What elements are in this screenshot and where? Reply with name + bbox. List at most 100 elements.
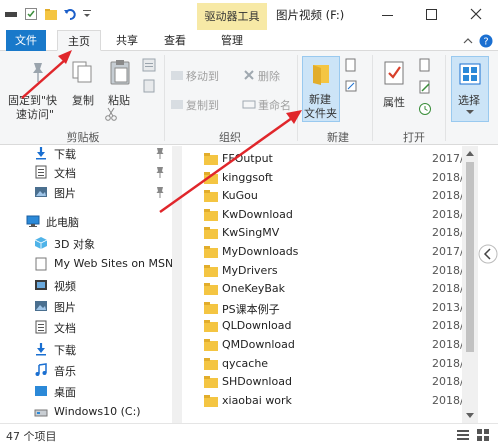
select-dropdown-icon xyxy=(465,108,475,116)
help-icon[interactable]: ? xyxy=(478,33,494,49)
file-row[interactable]: qycache 2018/ xyxy=(190,355,462,373)
quick-access-dropdown-icon[interactable] xyxy=(80,7,94,21)
copy-to-icon[interactable] xyxy=(170,97,184,111)
file-name: MyDownloads xyxy=(222,245,299,258)
window-icon[interactable] xyxy=(4,7,18,21)
nav-item-videos[interactable]: 视频 xyxy=(0,276,172,294)
status-bar xyxy=(0,423,498,447)
file-date: 2018/ xyxy=(432,170,462,184)
nav-item-my-web-sites[interactable]: My Web Sites on MSN xyxy=(0,255,172,273)
delete-button[interactable]: 删除 xyxy=(258,68,280,84)
move-to-button[interactable]: 移动到 xyxy=(186,68,219,84)
file-date: 2018/ xyxy=(432,338,462,351)
minimize-button[interactable] xyxy=(368,2,408,28)
pc-icon xyxy=(26,214,40,228)
move-to-icon[interactable] xyxy=(170,68,184,82)
file-row[interactable]: PS课本例子 2013/ xyxy=(190,299,462,317)
tab-manage[interactable]: 管理 xyxy=(203,30,261,51)
open-group-label: 打开 xyxy=(403,131,425,144)
paste-shortcut-icon[interactable] xyxy=(142,79,156,93)
clipboard-group-label: 剪贴板 xyxy=(66,131,100,144)
file-name: KuGou xyxy=(222,189,258,203)
nav-item-music[interactable]: 音乐 xyxy=(0,361,172,379)
file-name: QMDownload xyxy=(222,338,295,351)
folder-icon xyxy=(204,227,218,240)
undo-icon[interactable] xyxy=(63,7,77,21)
documents-icon xyxy=(34,320,48,334)
file-row[interactable]: OneKeyBak 2018/ xyxy=(190,280,462,298)
copy-path-icon[interactable] xyxy=(142,58,156,72)
easy-access-icon[interactable] xyxy=(344,79,358,93)
new-item-icon[interactable] xyxy=(344,58,358,72)
file-row[interactable]: MyDrivers 2018/ xyxy=(190,262,462,280)
nav-item-documents[interactable]: 文档 xyxy=(0,318,172,336)
folder-icon xyxy=(204,190,218,203)
file-name: KwDownload xyxy=(222,207,293,221)
folder-icon xyxy=(204,171,218,184)
new-folder-quick-icon[interactable] xyxy=(44,7,58,21)
cut-icon[interactable] xyxy=(104,107,118,121)
nav-item-downloads-pinned[interactable]: 下载 xyxy=(0,146,172,162)
pin-icon[interactable] xyxy=(156,186,164,198)
tab-share[interactable]: 共享 xyxy=(107,30,147,51)
tab-view[interactable]: 查看 xyxy=(155,30,195,51)
close-button[interactable] xyxy=(456,2,496,28)
folder-icon xyxy=(204,283,218,296)
nav-item-this-pc[interactable]: 此电脑 xyxy=(0,212,172,230)
tab-home[interactable]: 主页 xyxy=(57,30,101,51)
properties-button[interactable]: 属性 xyxy=(383,94,405,110)
ribbon-separator xyxy=(297,55,298,141)
edit-icon[interactable] xyxy=(418,80,432,94)
maximize-button[interactable] xyxy=(412,2,452,28)
pin-quick-access-label-2[interactable]: 速访问" xyxy=(16,106,54,122)
select-icon xyxy=(458,62,482,86)
pin-quick-access-icon[interactable] xyxy=(26,60,50,84)
nav-item-pictures-pinned[interactable]: 图片 xyxy=(0,183,172,201)
file-date: 2018/ xyxy=(432,356,462,370)
tab-file[interactable]: 文件 xyxy=(6,30,46,51)
rename-icon[interactable] xyxy=(242,97,256,111)
details-view-icon[interactable] xyxy=(456,428,470,442)
delete-icon[interactable] xyxy=(242,68,256,82)
rename-button[interactable]: 重命名 xyxy=(258,97,291,113)
new-group-label: 新建 xyxy=(327,131,349,144)
copy-icon[interactable] xyxy=(70,60,94,84)
properties-icon[interactable] xyxy=(382,60,406,86)
file-row[interactable]: xiaobai work 2018/ xyxy=(190,392,462,410)
file-row[interactable]: SHDownload 2018/ xyxy=(190,373,462,391)
nav-item-pictures[interactable]: 图片 xyxy=(0,297,172,315)
pin-icon[interactable] xyxy=(156,147,164,159)
file-date: 2018/ xyxy=(432,263,462,277)
nav-item-3d-objects[interactable]: 3D 对象 xyxy=(0,234,172,252)
file-row[interactable]: KwDownload 2018/ xyxy=(190,206,462,224)
nav-pane-scrollbar[interactable] xyxy=(172,146,182,423)
file-row[interactable]: FFOutput 2017/ xyxy=(190,150,462,168)
open-icon[interactable] xyxy=(418,58,432,72)
copy-to-button[interactable]: 复制到 xyxy=(186,97,219,113)
select-label: 选择 xyxy=(458,94,480,107)
details-pane-toggle-icon[interactable] xyxy=(478,240,498,268)
folder-icon xyxy=(204,394,218,407)
folder-icon xyxy=(204,208,218,221)
nav-item-downloads[interactable]: 下载 xyxy=(0,340,172,358)
file-row[interactable]: QMDownload 2018/ xyxy=(190,336,462,354)
nav-item-desktop[interactable]: 桌面 xyxy=(0,382,172,400)
paste-label[interactable]: 粘贴 xyxy=(108,92,130,108)
history-icon[interactable] xyxy=(418,102,432,116)
file-row[interactable]: KwSingMV 2018/ xyxy=(190,224,462,242)
file-row[interactable]: QLDownload 2018/ xyxy=(190,317,462,335)
nav-item-windows10-c[interactable]: Windows10 (C:) xyxy=(0,403,172,421)
paste-icon[interactable] xyxy=(107,58,133,86)
folder-icon xyxy=(204,376,218,389)
file-name: kinggsoft xyxy=(222,170,273,184)
properties-quick-icon[interactable] xyxy=(24,7,38,21)
nav-item-documents-pinned[interactable]: 文档 xyxy=(0,163,172,181)
file-row[interactable]: KuGou 2018/ xyxy=(190,187,462,205)
copy-label[interactable]: 复制 xyxy=(72,92,94,108)
file-row[interactable]: MyDownloads 2017/ xyxy=(190,243,462,261)
pin-icon[interactable] xyxy=(156,166,164,178)
collapse-ribbon-icon[interactable] xyxy=(461,34,475,48)
large-icons-view-icon[interactable] xyxy=(476,428,490,442)
file-row[interactable]: kinggsoft 2018/ xyxy=(190,169,462,187)
file-list-scrollbar[interactable] xyxy=(462,146,478,423)
